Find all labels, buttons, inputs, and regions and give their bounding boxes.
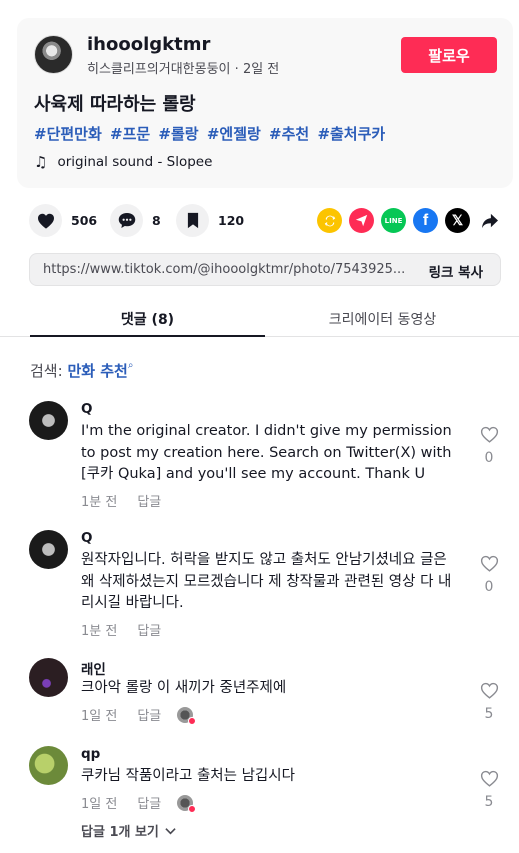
heart-icon[interactable] [29, 204, 62, 237]
comment-like-count: 0 [484, 579, 494, 595]
reply-button[interactable]: 답글 [137, 705, 161, 724]
copy-link-button[interactable]: 링크 복사 [429, 261, 483, 281]
comment-time: 1일 전 [81, 709, 118, 724]
reply-button[interactable]: 답글 [137, 620, 161, 639]
comment-like[interactable]: 5 [479, 682, 499, 722]
tab-comments[interactable]: 댓글 (8) [30, 309, 265, 329]
comment-meta: 1분 전 답글 [81, 620, 161, 639]
comment-like[interactable]: 0 [479, 555, 499, 595]
heart-badge-icon [188, 804, 197, 813]
heart-outline-icon[interactable] [480, 682, 499, 699]
comment-meta: 1일 전 답글 [81, 705, 197, 725]
hashtag-link[interactable]: #엔젤랑 [207, 125, 261, 143]
comment-item: Q I'm the original creator. I didn't giv… [29, 401, 499, 511]
sound-name: original sound - Slopee [57, 154, 213, 170]
comment-meta: 1분 전 답글 [81, 491, 161, 510]
hashtag-link[interactable]: #단편만화 [34, 125, 102, 143]
heart-outline-icon[interactable] [480, 770, 499, 787]
post-title: 사육제 따라하는 롤랑 [34, 94, 196, 115]
search-icon: ⌕ [127, 360, 134, 371]
hashtag-link[interactable]: #롤랑 [158, 125, 198, 143]
heart-outline-icon[interactable] [480, 555, 499, 572]
line-icon[interactable]: LINE [381, 208, 406, 233]
repost-icon[interactable] [317, 208, 342, 233]
commenter-name[interactable]: Q [81, 530, 92, 546]
share-link-box: https://www.tiktok.com/@ihooolgktmr/phot… [29, 253, 501, 286]
bookmark-icon[interactable] [176, 204, 209, 237]
dot-separator: · [234, 62, 243, 77]
commenter-avatar[interactable] [29, 746, 68, 785]
commenter-avatar[interactable] [29, 401, 68, 440]
send-icon[interactable] [349, 208, 374, 233]
hashtag-link[interactable]: #프문 [110, 125, 150, 143]
comment-time: 1분 전 [81, 495, 118, 510]
x-icon[interactable]: 𝕏 [445, 208, 470, 233]
commenter-avatar[interactable] [29, 530, 68, 569]
author-avatar[interactable] [34, 35, 73, 74]
active-tab-indicator [30, 335, 265, 337]
follow-button[interactable]: 팔로우 [401, 37, 497, 73]
author-nickname[interactable]: 히스클리프의거대한몽둥이 [87, 62, 231, 77]
view-replies-button[interactable]: 답글 1개 보기 [81, 821, 176, 840]
comment-like[interactable]: 5 [479, 770, 499, 810]
music-note-icon: ♫ [34, 153, 48, 171]
comment-time: 1분 전 [81, 624, 118, 639]
reply-button[interactable]: 답글 [137, 793, 161, 812]
facebook-icon[interactable]: f [413, 208, 438, 233]
heart-outline-icon[interactable] [480, 426, 499, 443]
comment-count: 8 [152, 213, 161, 228]
comment-item: Q 원작자입니다. 허락을 받지도 않고 출처도 안남기셨네요 글은 왜 삭제하… [29, 530, 499, 640]
save-count: 120 [218, 213, 245, 228]
comment-like-count: 5 [484, 794, 494, 810]
comment-item: 래인 크아악 롤랑 이 새끼가 중년주제에 1일 전 답글 5 [29, 658, 499, 728]
like-action[interactable]: 506 [29, 204, 97, 237]
comment-text: 원작자입니다. 허락을 받지도 않고 출처도 안남기셨네요 글은 왜 삭제하셨는… [81, 552, 452, 611]
comment-text: 쿠카님 작품이라고 출처는 남깁시다 [81, 768, 295, 784]
chevron-down-icon [165, 827, 176, 834]
author-username[interactable]: ihooolgktmr [87, 34, 210, 55]
commenter-name[interactable]: 래인 [81, 658, 106, 678]
comment-like-count: 5 [484, 706, 494, 722]
comment-text: 크아악 롤랑 이 새끼가 중년주제에 [81, 680, 287, 696]
sound-link[interactable]: ♫ original sound - Slopee [34, 153, 212, 171]
commenter-name[interactable]: qp [81, 746, 100, 762]
commenter-name[interactable]: Q [81, 401, 92, 417]
view-replies-label: 답글 1개 보기 [81, 825, 159, 840]
comment-bubble-icon[interactable] [110, 204, 143, 237]
hashtag-link[interactable]: #추천 [269, 125, 309, 143]
creator-liked-avatar [177, 706, 197, 725]
tab-creator-videos[interactable]: 크리에이터 동영상 [265, 309, 500, 329]
comment-like[interactable]: 0 [479, 426, 499, 466]
search-suggestion: 검색: 만화 추천⌕ [30, 360, 133, 381]
comment-like-count: 0 [484, 450, 494, 466]
comment-action[interactable]: 8 [110, 204, 161, 237]
commenter-avatar[interactable] [29, 658, 68, 697]
comment-meta: 1일 전 답글 [81, 793, 197, 813]
comment-time: 1일 전 [81, 797, 118, 812]
like-count: 506 [71, 213, 98, 228]
reply-button[interactable]: 답글 [137, 491, 161, 510]
creator-liked-avatar [177, 794, 197, 813]
share-arrow-icon[interactable] [477, 208, 502, 233]
tab-bar: 댓글 (8) 크리에이터 동영상 [0, 300, 519, 337]
heart-badge-icon [188, 716, 197, 725]
author-subline: 히스클리프의거대한몽둥이 · 2일 전 [87, 58, 279, 77]
share-url[interactable]: https://www.tiktok.com/@ihooolgktmr/phot… [43, 262, 409, 277]
comment-text: I'm the original creator. I didn't give … [81, 423, 452, 482]
post-time: 2일 전 [242, 62, 280, 77]
search-query-link[interactable]: 만화 추천 [67, 362, 127, 380]
hashtag-list: #단편만화 #프문 #롤랑 #엔젤랑 #추천 #출처쿠카 [34, 123, 388, 144]
save-action[interactable]: 120 [176, 204, 244, 237]
search-label: 검색: [30, 362, 63, 380]
comment-item: qp 쿠카님 작품이라고 출처는 남깁시다 1일 전 답글 5 [29, 746, 499, 816]
hashtag-link[interactable]: #출처쿠카 [317, 125, 385, 143]
